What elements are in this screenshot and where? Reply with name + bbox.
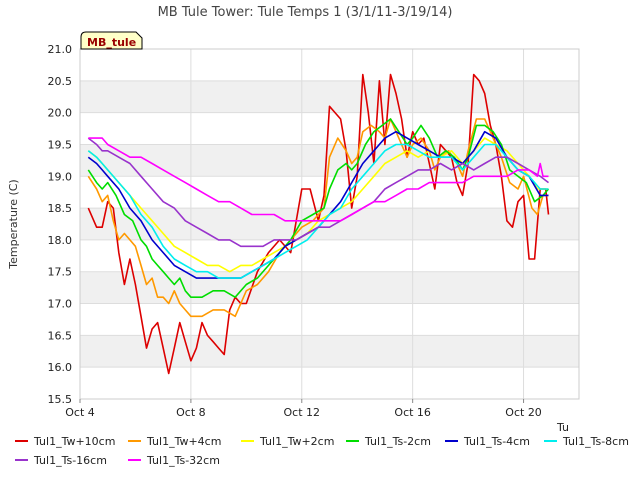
y-axis-label: Temperature (C) [7, 179, 20, 269]
background-band [80, 303, 579, 336]
x-overflow-tick-label: Tu [556, 421, 569, 434]
x-axis-ticks: Oct 4 Oct 8 Oct 12 Oct 16 Oct 20 [65, 399, 542, 419]
background-band [80, 367, 579, 399]
legend-item: Tul1_Ts-8cm [544, 435, 629, 448]
background-band [80, 49, 579, 81]
legend-label: Tul1_Ts-2cm [364, 435, 431, 448]
chart: MB Tule Tower: Tule Temps 1 (3/1/11-3/19… [7, 5, 629, 467]
legend-item: Tul1_Tw+10cm [15, 435, 115, 448]
x-tick-label: Oct 20 [505, 406, 542, 419]
legend-item: Tul1_Ts-32cm [128, 454, 220, 467]
legend-label: Tul1_Ts-32cm [146, 454, 220, 467]
legend-item: Tul1_Tw+4cm [128, 435, 221, 448]
background-band [80, 239, 579, 272]
x-tick-label: Oct 8 [176, 406, 206, 419]
y-tick-label: 16.5 [48, 329, 73, 342]
legend-label: Tul1_Tw+4cm [146, 435, 221, 448]
x-tick-label: Oct 4 [65, 406, 95, 419]
y-tick-label: 19.0 [48, 170, 73, 183]
legend-item: Tul1_Ts-2cm [346, 435, 431, 448]
site-tag: MB_tule [80, 31, 143, 50]
y-tick-label: 16.0 [48, 361, 73, 374]
y-tick-label: 20.5 [48, 75, 73, 88]
legend: Tul1_Tw+10cm Tul1_Tw+4cm Tul1_Tw+2cm Tul1_T… [15, 435, 629, 467]
background-band [80, 335, 579, 368]
legend-label: Tul1_Ts-8cm [562, 435, 629, 448]
y-tick-label: 17.5 [48, 266, 73, 279]
legend-label: Tul1_Ts-4cm [463, 435, 530, 448]
legend-label: Tul1_Tw+2cm [259, 435, 334, 448]
x-tick-label: Oct 16 [394, 406, 431, 419]
y-tick-label: 18.0 [48, 234, 73, 247]
legend-item: Tul1_Ts-16cm [15, 454, 107, 467]
y-tick-label: 15.5 [48, 393, 73, 406]
y-axis-ticks: 15.5 16.0 16.5 17.0 17.5 18.0 18.5 19.0 19.5 20.0… [48, 43, 73, 406]
y-tick-label: 20.0 [48, 107, 73, 120]
y-tick-label: 19.5 [48, 138, 73, 151]
site-tag-label: MB_tule [87, 36, 136, 49]
legend-item: Tul1_Tw+2cm [241, 435, 334, 448]
chart-title: MB Tule Tower: Tule Temps 1 (3/1/11-3/19… [158, 5, 453, 20]
y-tick-label: 17.0 [48, 298, 73, 311]
y-tick-label: 21.0 [48, 43, 73, 56]
legend-label: Tul1_Tw+10cm [33, 435, 115, 448]
x-tick-label: Oct 12 [284, 406, 321, 419]
y-tick-label: 18.5 [48, 202, 73, 215]
legend-item: Tul1_Ts-4cm [445, 435, 530, 448]
legend-label: Tul1_Ts-16cm [33, 454, 107, 467]
